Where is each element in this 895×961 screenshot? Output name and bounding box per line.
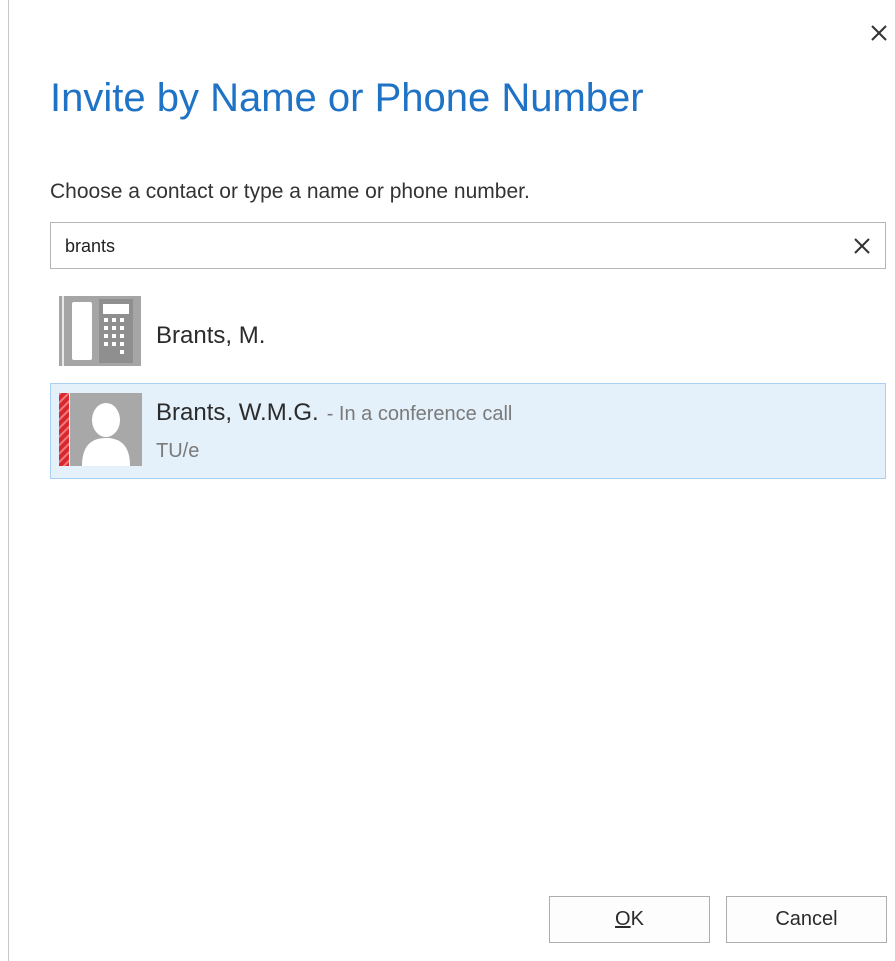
person-avatar-icon xyxy=(59,393,142,466)
presence-status: - In a conference call xyxy=(326,403,513,425)
contact-organization: TU/e xyxy=(156,440,200,462)
search-input[interactable] xyxy=(65,231,825,261)
clear-icon xyxy=(854,238,870,254)
cancel-button[interactable]: Cancel xyxy=(726,896,887,943)
dialog-border xyxy=(8,0,9,961)
contact-name: Brants, M. xyxy=(156,322,266,349)
ok-button-label: OK xyxy=(615,908,644,930)
search-box xyxy=(50,222,886,269)
ok-button[interactable]: OK xyxy=(549,896,710,943)
desk-phone-icon xyxy=(59,296,141,366)
clear-search-button[interactable] xyxy=(852,236,872,256)
instruction-text: Choose a contact or type a name or phone… xyxy=(50,180,530,203)
result-item-brants-m[interactable]: Brants, M. xyxy=(50,290,886,370)
result-item-brants-wmg[interactable]: Brants, W.M.G. - In a conference call TU/… xyxy=(50,383,886,479)
contact-name: Brants, W.M.G. - In a conference call xyxy=(156,399,512,427)
contact-name-text: Brants, W.M.G. xyxy=(156,399,319,426)
invite-dialog: Invite by Name or Phone Number Choose a … xyxy=(0,0,895,961)
close-icon xyxy=(871,25,887,41)
close-button[interactable] xyxy=(866,20,892,46)
dialog-title: Invite by Name or Phone Number xyxy=(50,76,644,120)
